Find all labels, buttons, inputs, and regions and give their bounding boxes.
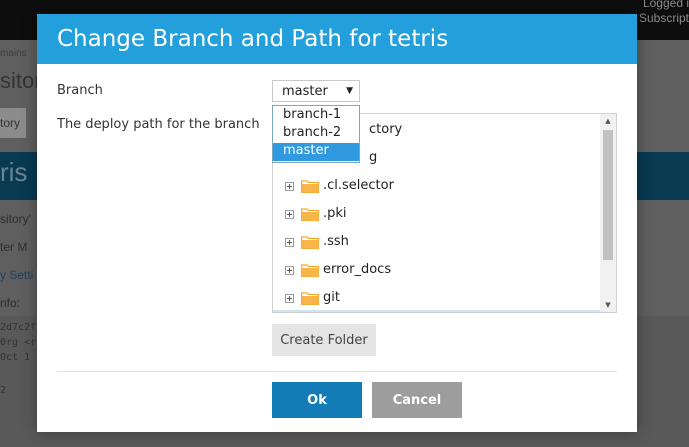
scrollbar-thumb[interactable] — [603, 130, 613, 260]
expand-plus-icon[interactable] — [285, 182, 294, 191]
branch-select[interactable]: master ▼ — [272, 80, 360, 102]
dialog-title: Change Branch and Path for tetris — [57, 26, 449, 52]
commit-date: Oct 1 — [0, 352, 31, 363]
tree-item-label: error_docs — [323, 262, 392, 277]
scroll-down-icon[interactable]: ▼ — [600, 298, 616, 312]
commit-author: 0rg <r — [0, 337, 37, 348]
tree-item-cl-selector[interactable]: .cl.selector — [273, 175, 593, 199]
tree-item-label: .ssh — [323, 234, 349, 249]
page-heading: sitor — [0, 68, 42, 93]
tree-item-label: g — [369, 150, 378, 165]
branch-option-branch-2[interactable]: branch-2 — [273, 125, 359, 143]
bg-line-1: sitory' — [0, 212, 31, 226]
band-title: ris — [0, 157, 28, 187]
expand-plus-icon[interactable] — [285, 266, 294, 275]
scroll-up-icon[interactable]: ▲ — [600, 114, 616, 128]
folder-icon — [301, 292, 319, 305]
expand-plus-icon[interactable] — [285, 238, 294, 247]
option-label: branch-2 — [283, 125, 342, 140]
folder-icon — [301, 264, 319, 277]
tree-scrollbar[interactable]: ▲ ▼ — [600, 114, 616, 312]
change-branch-dialog: Change Branch and Path for tetris Branch… — [37, 14, 637, 432]
create-folder-button[interactable]: Create Folder — [272, 324, 376, 356]
tree-item-label: .pki — [323, 206, 347, 221]
dialog-header: Change Branch and Path for tetris — [37, 14, 637, 64]
option-label: branch-1 — [283, 107, 342, 122]
cancel-button[interactable]: Cancel — [372, 382, 462, 418]
tree-item-label: git — [323, 290, 340, 305]
tree-item-label: .cl.selector — [323, 178, 394, 193]
tree-item-pki[interactable]: .pki — [273, 203, 593, 227]
branch-label: Branch — [57, 83, 103, 98]
ok-button[interactable]: Ok — [272, 382, 362, 418]
tree-item-label: ctory — [369, 122, 403, 137]
logged-in-text: Logged i — [642, 0, 689, 10]
expand-plus-icon[interactable] — [285, 294, 294, 303]
branch-dropdown-list: branch-1 branch-2 master — [272, 105, 360, 163]
folder-icon — [301, 236, 319, 249]
branch-option-master[interactable]: master — [273, 143, 359, 161]
folder-icon — [301, 208, 319, 221]
commit-extra: 2 — [0, 385, 7, 396]
tree-item-git[interactable]: git — [273, 287, 593, 311]
breadcrumb[interactable]: mains — [0, 48, 27, 59]
bg-line-2: ter M — [0, 240, 28, 254]
chevron-down-icon: ▼ — [346, 86, 353, 96]
tree-selection-line — [273, 310, 603, 312]
expand-plus-icon[interactable] — [285, 210, 294, 219]
tree-item-error-docs[interactable]: error_docs — [273, 259, 593, 283]
subscriptions-link[interactable]: Subscript — [639, 11, 689, 25]
branch-option-branch-1[interactable]: branch-1 — [273, 107, 359, 125]
bg-settings-link[interactable]: y Setti — [0, 268, 33, 282]
tree-item-ssh[interactable]: .ssh — [273, 231, 593, 255]
footer-divider — [57, 371, 617, 372]
deploy-path-label: The deploy path for the branch — [57, 117, 260, 132]
folder-icon — [301, 180, 319, 193]
tab-repository[interactable]: tory — [0, 108, 26, 138]
option-label: master — [283, 143, 329, 158]
bg-line-4: nfo: — [0, 296, 21, 310]
commit-hash: 2d7c2f — [0, 322, 37, 333]
branch-select-value: master — [282, 84, 328, 99]
